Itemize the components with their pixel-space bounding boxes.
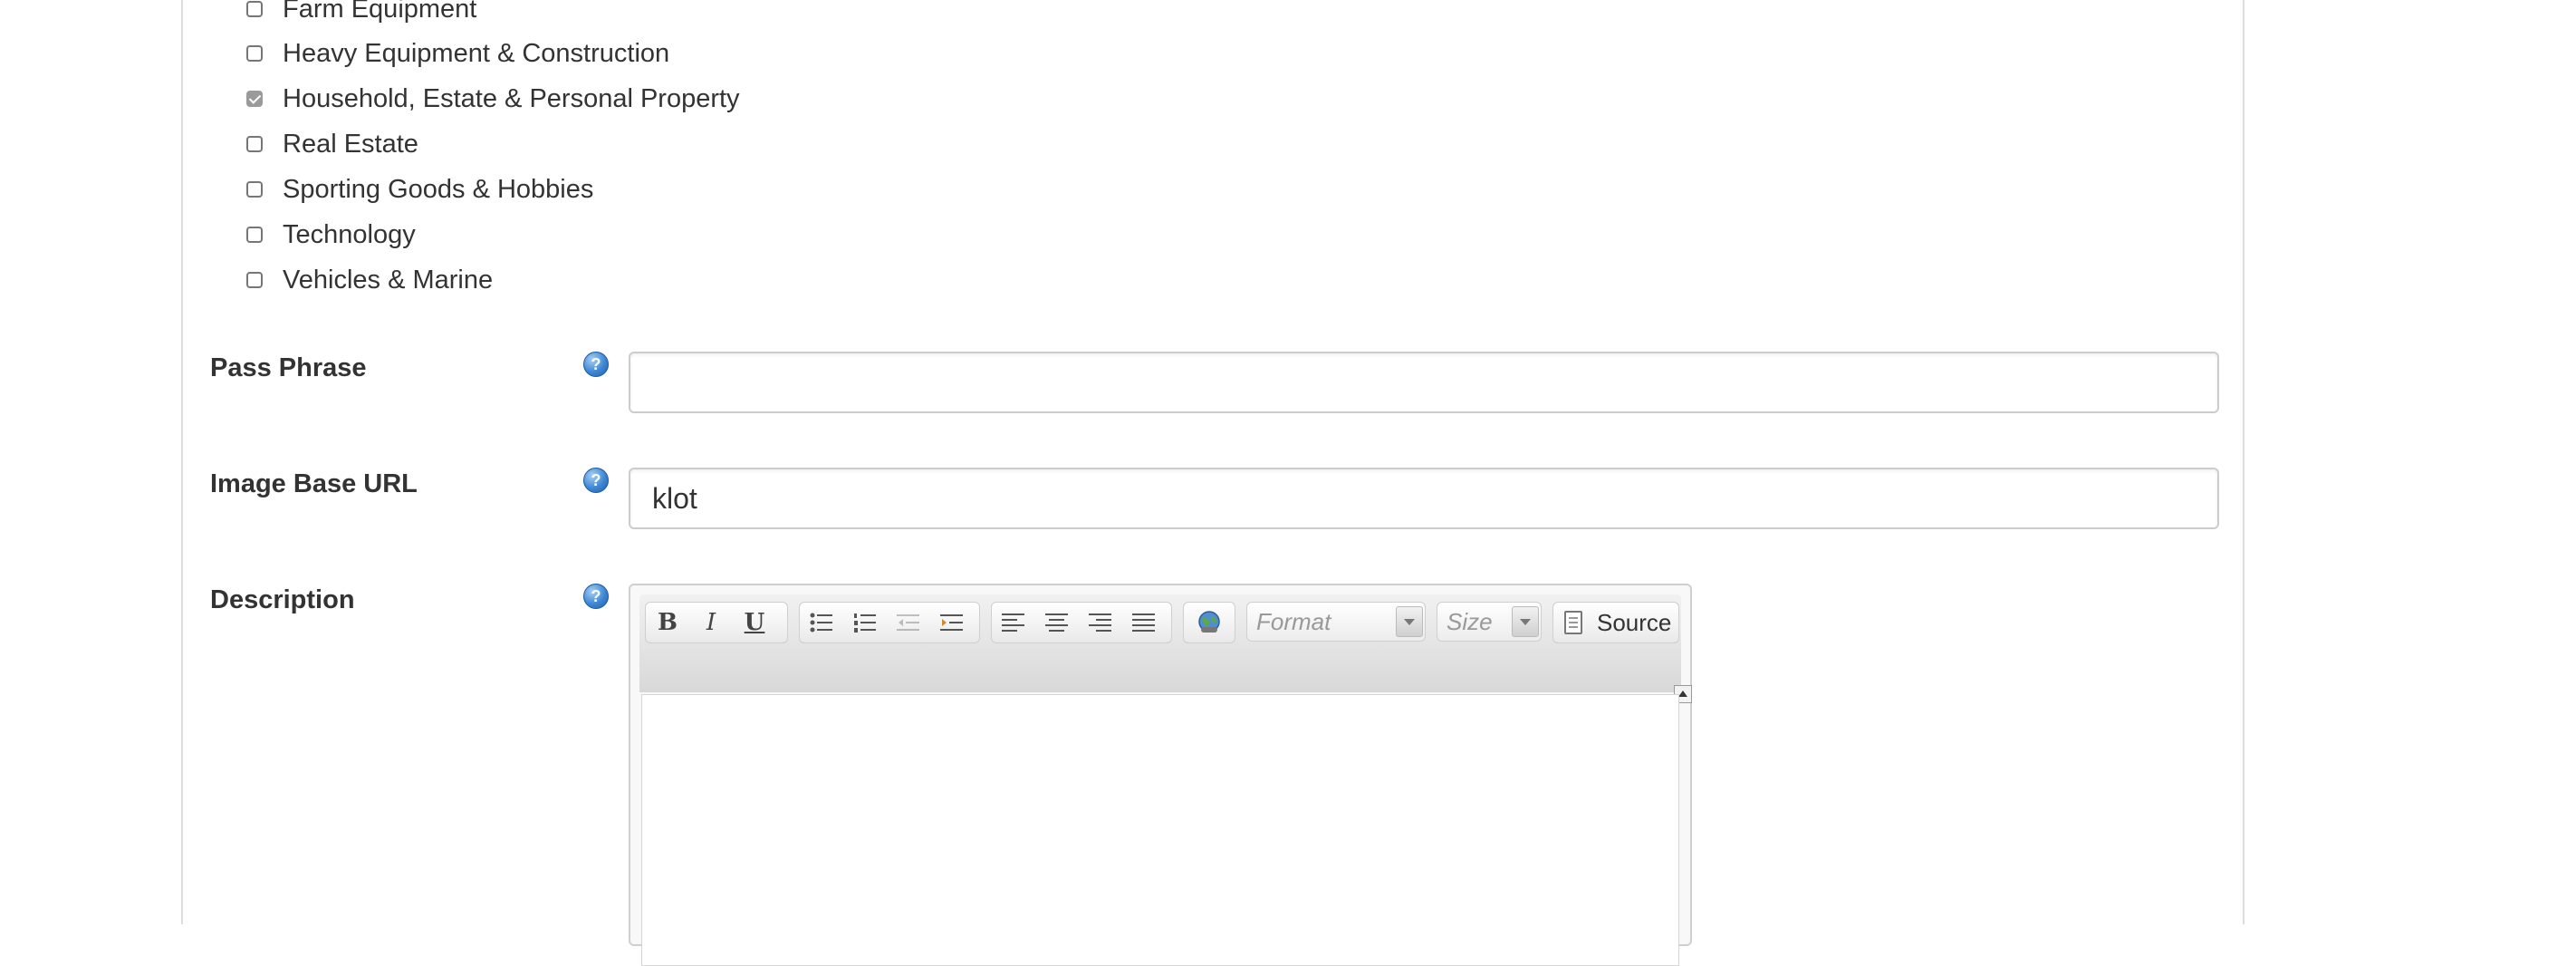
- help-icon[interactable]: ?: [583, 352, 609, 377]
- link-group: [1183, 602, 1235, 643]
- help-icon[interactable]: ?: [583, 468, 609, 493]
- indent-icon[interactable]: [930, 603, 974, 642]
- link-globe-icon[interactable]: [1187, 603, 1231, 642]
- align-left-icon[interactable]: [992, 603, 1035, 642]
- category-label: Household, Estate & Personal Property: [283, 83, 740, 113]
- editor-toolbar: B I U Format Size Source: [639, 594, 1692, 703]
- category-label: Sporting Goods & Hobbies: [283, 174, 594, 204]
- category-item-vehicles-marine[interactable]: Vehicles & Marine: [246, 262, 971, 298]
- help-icon[interactable]: ?: [583, 584, 609, 609]
- checkbox[interactable]: [246, 227, 263, 243]
- category-label: Heavy Equipment & Construction: [283, 38, 670, 68]
- category-label: Technology: [283, 219, 416, 249]
- underline-icon[interactable]: U: [733, 603, 776, 642]
- align-center-icon[interactable]: [1035, 603, 1079, 642]
- bold-icon[interactable]: B: [646, 603, 689, 642]
- checkbox[interactable]: [246, 45, 263, 62]
- format-dropdown[interactable]: Format: [1246, 602, 1426, 642]
- alignment-group: [991, 602, 1172, 643]
- pass-phrase-label: Pass Phrase: [210, 353, 367, 382]
- size-label: Size: [1447, 607, 1493, 635]
- document-icon: [1564, 611, 1582, 634]
- rich-text-editor: B I U Format Size Source: [629, 584, 1692, 966]
- bulleted-list-icon[interactable]: [800, 603, 843, 642]
- source-label: Source: [1597, 608, 1672, 636]
- category-item-household[interactable]: Household, Estate & Personal Property: [246, 81, 971, 117]
- checkbox-checked[interactable]: [246, 91, 263, 107]
- description-label: Description: [210, 585, 355, 614]
- numbered-list-icon[interactable]: [843, 603, 887, 642]
- list-group: [799, 602, 980, 643]
- italic-icon[interactable]: I: [689, 603, 733, 642]
- chevron-down-icon[interactable]: [1396, 606, 1423, 637]
- category-label: Farm Equipment: [283, 0, 477, 24]
- image-base-url-label: Image Base URL: [210, 469, 418, 498]
- chevron-down-icon[interactable]: [1512, 606, 1539, 637]
- pass-phrase-input[interactable]: [629, 352, 2219, 413]
- align-right-icon[interactable]: [1079, 603, 1122, 642]
- category-item-heavy-equipment[interactable]: Heavy Equipment & Construction: [246, 35, 971, 72]
- category-item-technology[interactable]: Technology: [246, 217, 971, 253]
- category-label: Real Estate: [283, 129, 418, 159]
- align-justify-icon[interactable]: [1122, 603, 1166, 642]
- size-dropdown[interactable]: Size: [1437, 602, 1542, 642]
- checkbox[interactable]: [246, 1, 263, 17]
- source-button[interactable]: Source: [1552, 602, 1679, 643]
- text-style-group: B I U: [645, 602, 788, 643]
- category-item-real-estate[interactable]: Real Estate: [246, 126, 971, 162]
- image-base-url-input[interactable]: [629, 468, 2219, 529]
- outdent-icon[interactable]: [887, 603, 930, 642]
- editor-content-area[interactable]: [641, 694, 1679, 966]
- checkbox[interactable]: [246, 181, 263, 198]
- format-label: Format: [1256, 607, 1331, 635]
- checkbox[interactable]: [246, 272, 263, 288]
- checkbox[interactable]: [246, 136, 263, 152]
- category-label: Vehicles & Marine: [283, 265, 494, 295]
- category-item-sporting-goods[interactable]: Sporting Goods & Hobbies: [246, 171, 971, 208]
- category-item-farm-equipment[interactable]: Farm Equipment: [246, 0, 971, 27]
